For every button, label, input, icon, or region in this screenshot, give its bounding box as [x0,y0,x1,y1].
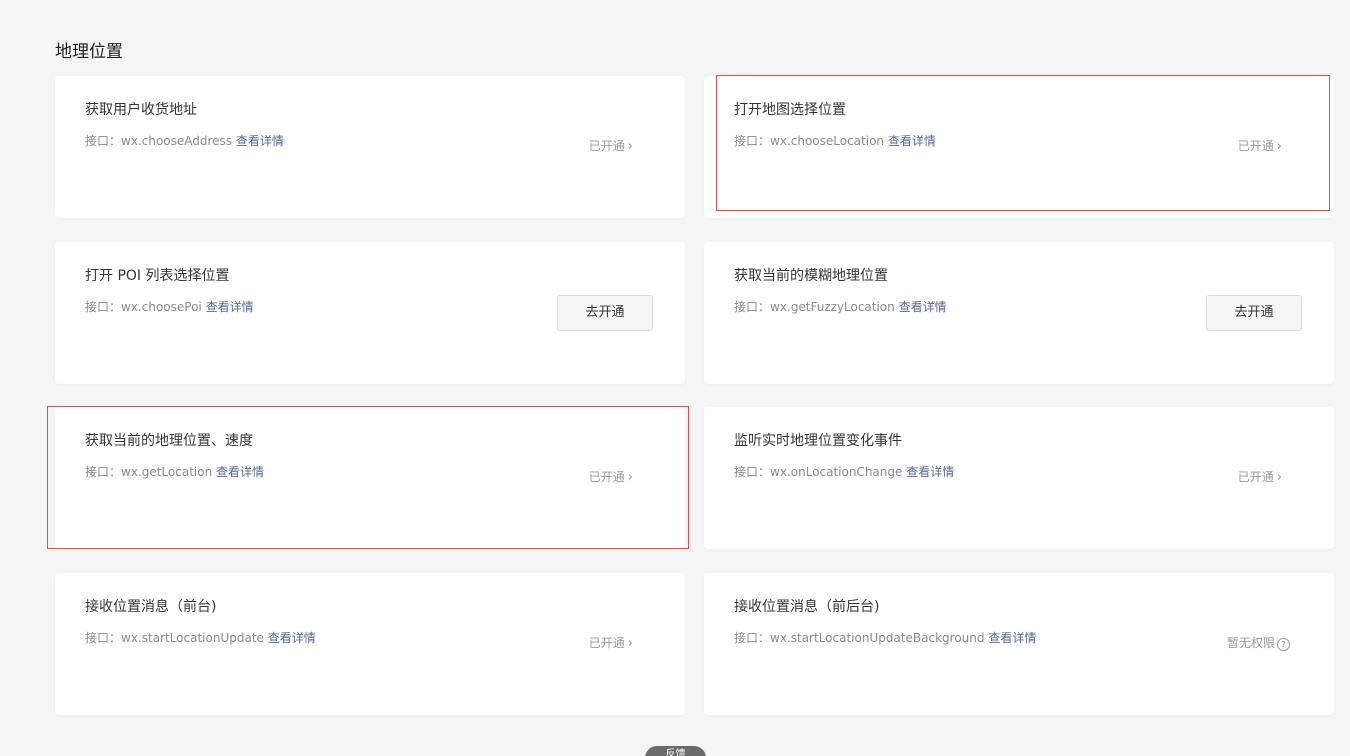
api-card-start-location-update-background: 接收位置消息（前后台) 接口：wx.startLocationUpdateBac… [704,573,1334,715]
api-prefix: 接口： [734,134,771,148]
api-prefix: 接口： [734,631,771,645]
card-api: 接口：wx.getLocation 查看详情 [85,463,264,481]
api-prefix: 接口： [85,631,122,645]
status-label: 已开通 [588,470,625,484]
api-card-choose-poi: 打开 POI 列表选择位置 接口：wx.choosePoi 查看详情 去开通 [55,242,685,384]
page: 地理位置 获取用户收货地址 接口：wx.chooseAddress 查看详情 已… [0,0,1350,756]
chevron-right-icon: › [1276,470,1282,485]
card-title: 打开 POI 列表选择位置 [85,268,230,284]
view-details-link[interactable]: 查看详情 [888,134,936,148]
api-name: wx.chooseLocation [770,134,885,148]
card-title: 接收位置消息（前后台) [734,599,880,615]
status-label: 暂无权限 [1226,636,1275,650]
card-title: 打开地图选择位置 [734,102,846,118]
api-name: wx.getFuzzyLocation [770,300,895,314]
section-title: 地理位置 [55,42,123,62]
api-name: wx.getLocation [121,465,213,479]
chevron-right-icon: › [627,636,633,651]
status-label: 已开通 [588,636,625,650]
status-label: 已开通 [588,139,625,153]
chevron-right-icon: › [1276,139,1282,154]
status-label: 已开通 [1237,470,1274,484]
api-prefix: 接口： [85,134,122,148]
activate-button[interactable]: 去开通 [557,295,653,331]
api-card-start-location-update: 接收位置消息（前台) 接口：wx.startLocationUpdate 查看详… [55,573,685,715]
api-name: wx.choosePoi [121,300,202,314]
api-card-on-location-change: 监听实时地理位置变化事件 接口：wx.onLocationChange 查看详情… [704,407,1334,549]
view-details-link[interactable]: 查看详情 [906,465,954,479]
api-card-choose-address: 获取用户收货地址 接口：wx.chooseAddress 查看详情 已开通 › [55,76,685,218]
status-label: 已开通 [1237,139,1274,153]
view-details-link[interactable]: 查看详情 [268,631,316,645]
status-activated[interactable]: 已开通 › [589,634,633,653]
api-name: wx.startLocationUpdate [121,631,264,645]
view-details-link[interactable]: 查看详情 [236,134,284,148]
card-api: 接口：wx.onLocationChange 查看详情 [734,463,954,481]
card-api: 接口：wx.getFuzzyLocation 查看详情 [734,298,947,316]
status-activated[interactable]: 已开通 › [1238,468,1282,487]
question-circle-icon[interactable]: ? [1277,638,1290,651]
status-activated[interactable]: 已开通 › [589,137,633,156]
api-name: wx.startLocationUpdateBackground [770,631,985,645]
status-activated[interactable]: 已开通 › [1238,137,1282,156]
card-title: 获取当前的地理位置、速度 [85,433,253,449]
api-card-choose-location: 打开地图选择位置 接口：wx.chooseLocation 查看详情 已开通 › [704,76,1334,218]
api-prefix: 接口： [85,300,122,314]
view-details-link[interactable]: 查看详情 [216,465,264,479]
card-api: 接口：wx.startLocationUpdate 查看详情 [85,629,316,647]
chevron-right-icon: › [627,470,633,485]
card-title: 获取当前的模糊地理位置 [734,268,888,284]
view-details-link[interactable]: 查看详情 [206,300,254,314]
card-api: 接口：wx.chooseAddress 查看详情 [85,132,284,150]
card-title: 获取用户收货地址 [85,102,197,118]
api-prefix: 接口： [85,465,122,479]
status-no-permission[interactable]: 暂无权限? [1227,634,1290,652]
api-card-get-location: 获取当前的地理位置、速度 接口：wx.getLocation 查看详情 已开通 › [55,407,685,549]
status-activated[interactable]: 已开通 › [589,468,633,487]
view-details-link[interactable]: 查看详情 [899,300,947,314]
chevron-right-icon: › [627,139,633,154]
api-card-get-fuzzy-location: 获取当前的模糊地理位置 接口：wx.getFuzzyLocation 查看详情 … [704,242,1334,384]
api-prefix: 接口： [734,300,771,314]
activate-button[interactable]: 去开通 [1206,295,1302,331]
card-api: 接口：wx.chooseLocation 查看详情 [734,132,936,150]
card-title: 接收位置消息（前台) [85,599,217,615]
api-name: wx.onLocationChange [770,465,903,479]
feedback-pill[interactable]: 反馈 [645,746,706,756]
card-api: 接口：wx.choosePoi 查看详情 [85,298,254,316]
card-title: 监听实时地理位置变化事件 [734,433,902,449]
api-prefix: 接口： [734,465,771,479]
card-api: 接口：wx.startLocationUpdateBackground 查看详情 [734,629,1036,647]
api-name: wx.chooseAddress [121,134,233,148]
view-details-link[interactable]: 查看详情 [988,631,1036,645]
